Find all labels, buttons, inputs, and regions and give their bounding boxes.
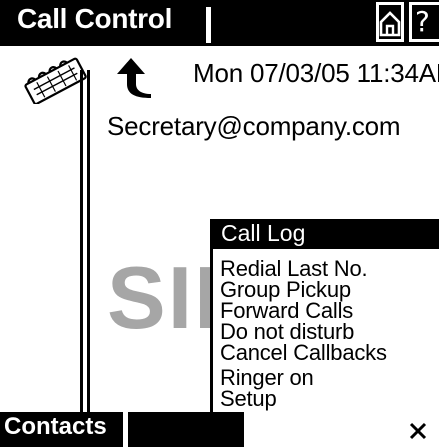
title-bar: Call Control ? — [0, 0, 439, 46]
divider-line — [87, 70, 90, 412]
screen-title: Call Control — [17, 3, 173, 34]
menu-item-forward-calls[interactable]: Forward Calls — [220, 300, 387, 322]
menu-title: Call Log — [221, 220, 306, 246]
help-icon: ? — [415, 5, 430, 38]
date-time-display: Mon 07/03/05 11:34AM — [193, 58, 439, 88]
title-cursor — [206, 7, 211, 43]
menu-item-ringer[interactable]: Ringer on — [220, 367, 387, 389]
contacts-softkey[interactable]: Contacts — [0, 412, 123, 447]
home-button[interactable] — [376, 2, 404, 42]
close-icon[interactable] — [405, 416, 431, 442]
user-address: Secretary@company.com — [107, 111, 401, 141]
forward-arrow-icon — [117, 58, 151, 98]
help-button[interactable]: ? — [409, 2, 439, 42]
home-icon — [379, 11, 401, 37]
menu-item-redial[interactable]: Redial Last No. — [220, 258, 387, 280]
blank-softkey[interactable] — [128, 412, 244, 447]
menu-item-group-pickup[interactable]: Group Pickup — [220, 279, 387, 301]
menu-item-do-not-disturb[interactable]: Do not disturb — [220, 321, 387, 343]
menu-item-cancel-callbacks[interactable]: Cancel Callbacks — [220, 342, 387, 364]
divider-line — [80, 70, 83, 412]
softkey-bar: Contacts — [0, 412, 439, 447]
menu-header: Call Log — [213, 219, 439, 249]
menu-list: Redial Last No. Group Pickup Forward Cal… — [220, 258, 387, 410]
call-log-menu: Call Log Redial Last No. Group Pickup Fo… — [210, 219, 439, 412]
menu-item-setup[interactable]: Setup — [220, 388, 387, 410]
phone-screen: Call Control ? Mon 07/03/05 11:34AM Secr… — [0, 0, 439, 447]
contacts-softkey-label: Contacts — [4, 413, 107, 440]
